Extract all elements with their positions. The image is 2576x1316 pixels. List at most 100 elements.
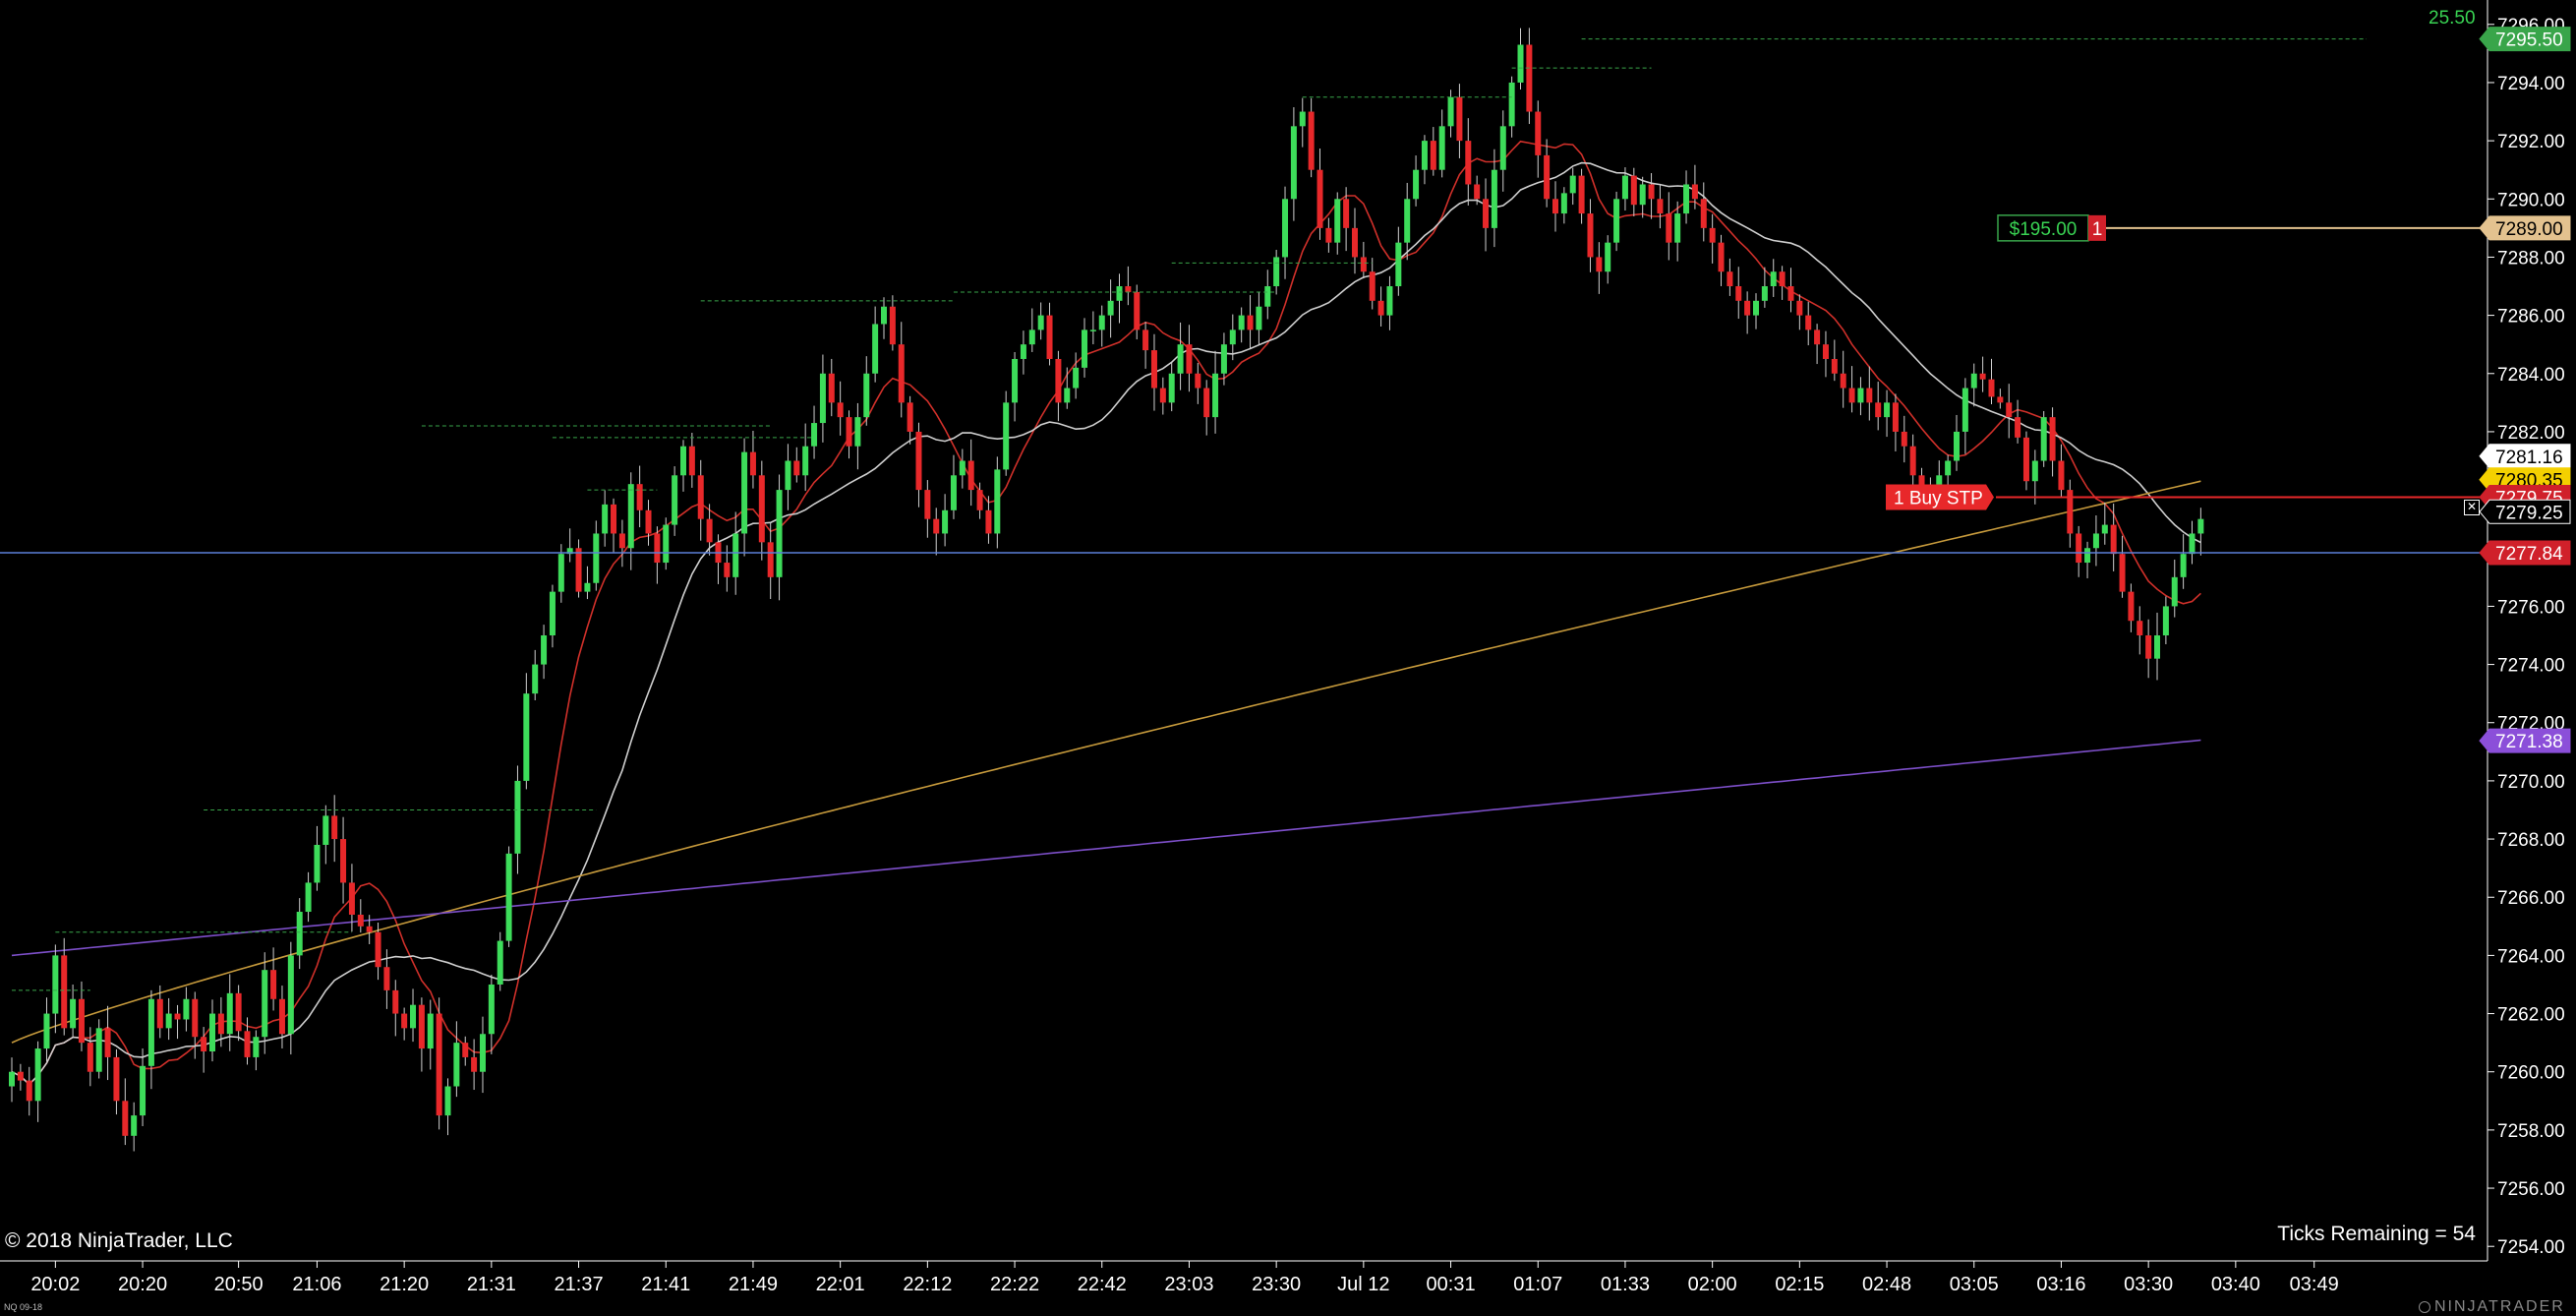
- candle-body: [950, 475, 957, 510]
- candle-body: [933, 518, 940, 534]
- candle-body: [1744, 300, 1751, 316]
- candle-body: [549, 591, 556, 635]
- candle-body: [785, 460, 791, 491]
- time-axis: 20:02 20:20 20:50 21:06 21:20 21:31 21:37 21:41…: [0, 1260, 2488, 1295]
- candle-body: [1369, 271, 1376, 301]
- time-tick-label: 21:20: [380, 1274, 429, 1295]
- candle-body: [217, 1013, 224, 1035]
- candle-body: [43, 1013, 50, 1049]
- candle-body: [1325, 227, 1332, 243]
- sma-purple-line: [11, 739, 2201, 957]
- candle-body: [1186, 344, 1193, 374]
- candle-body: [2154, 635, 2161, 659]
- candle-body: [611, 504, 617, 534]
- candle-body: [1831, 358, 1838, 374]
- candle-body: [1753, 300, 1759, 316]
- price-chart[interactable]: 1 Buy STP$195.00 1 7254.007256.007258.007…: [0, 0, 2576, 1316]
- candle-body: [1779, 271, 1786, 287]
- candle-body: [1421, 141, 1428, 170]
- price-tick-label: 7294.00: [2497, 74, 2565, 94]
- candle-body: [1125, 286, 1132, 292]
- order-lines: 1 Buy STP $195.00 1: [0, 214, 2488, 554]
- candle-body: [1683, 184, 1690, 214]
- price-label-text: 7281.16: [2495, 448, 2563, 468]
- candle-body: [2101, 524, 2108, 534]
- time-tick-label: 22:01: [816, 1274, 865, 1295]
- candle-body: [296, 912, 303, 956]
- candle-body: [1456, 96, 1463, 142]
- candle-body: [1082, 329, 1088, 368]
- candle-body: [1578, 175, 1585, 214]
- price-label-text: 7271.38: [2495, 732, 2563, 752]
- candle-body: [1229, 329, 1236, 345]
- candle-body: [915, 431, 922, 491]
- candle-body: [1961, 388, 1968, 432]
- candle-body: [1691, 184, 1698, 200]
- candle-body: [2084, 548, 2091, 564]
- candle-body: [697, 475, 704, 519]
- candle-body: [1107, 300, 1114, 316]
- time-tick-label: 23:03: [1164, 1274, 1213, 1295]
- candle-body: [1220, 344, 1227, 374]
- candle-body: [253, 1037, 260, 1057]
- time-tick-label: 21:37: [555, 1274, 604, 1295]
- candle-body: [383, 967, 390, 990]
- time-tick-label: 21:31: [467, 1274, 516, 1295]
- candle-body: [1483, 199, 1490, 228]
- price-tick-label: 7292.00: [2497, 132, 2565, 152]
- candle-body: [1212, 373, 1219, 418]
- candle-body: [209, 1013, 216, 1052]
- candle-body: [322, 815, 329, 845]
- candle-body: [706, 518, 713, 543]
- candle-body: [1404, 199, 1411, 243]
- candle-body: [1395, 242, 1402, 287]
- candle-body: [1613, 199, 1620, 243]
- candle-body: [1168, 373, 1175, 403]
- candle-body: [1177, 344, 1184, 374]
- candle-body: [1089, 329, 1096, 331]
- price-tick-label: 7286.00: [2497, 307, 2565, 328]
- candle-body: [1674, 213, 1681, 243]
- time-tick-label: 21:06: [292, 1274, 341, 1295]
- candle-body: [1134, 291, 1141, 330]
- candle-body: [1247, 315, 1254, 330]
- candle-body: [174, 1013, 181, 1020]
- price-tick-label: 7266.00: [2497, 888, 2565, 909]
- candle-body: [453, 1043, 460, 1087]
- candle-body: [1954, 431, 1961, 461]
- price-tick-label: 7270.00: [2497, 772, 2565, 793]
- candle-body: [1560, 193, 1567, 214]
- time-tick-label: 02:48: [1862, 1274, 1911, 1295]
- copyright-text: © 2018 NinjaTrader, LLC: [5, 1229, 233, 1252]
- candle-body: [26, 1080, 32, 1102]
- candle-body: [976, 490, 983, 510]
- candle-body: [1892, 402, 1899, 432]
- candle-body: [1596, 257, 1603, 272]
- candle-body: [2137, 621, 2143, 635]
- candle-body: [471, 1056, 478, 1072]
- candle-body: [1073, 367, 1080, 389]
- candle-body: [767, 542, 774, 577]
- candle-body: [1857, 388, 1864, 403]
- price-tick-label: 7264.00: [2497, 946, 2565, 967]
- moving-averages: [11, 140, 2201, 1086]
- candle-body: [863, 373, 870, 418]
- candle-body: [1866, 388, 1873, 403]
- close-order-button[interactable]: ✕: [2464, 500, 2480, 515]
- candle-body: [1700, 199, 1707, 228]
- candle-body: [802, 446, 809, 476]
- candle-body: [1055, 358, 1062, 403]
- candle-body: [235, 992, 242, 1032]
- position-pnl-label: $195.00: [2010, 219, 2078, 240]
- time-tick-label: 21:49: [729, 1274, 778, 1295]
- candle-body: [2189, 533, 2195, 555]
- candle-body: [1979, 373, 1986, 380]
- candle-body: [1012, 358, 1019, 403]
- candle-body: [2049, 417, 2056, 461]
- candle-body: [1098, 315, 1105, 330]
- time-tick-label: 03:05: [1950, 1274, 1999, 1295]
- candle-body: [1517, 44, 1524, 83]
- candle-body: [819, 373, 826, 424]
- candle-body: [1761, 286, 1768, 301]
- candle-body: [2006, 402, 2013, 418]
